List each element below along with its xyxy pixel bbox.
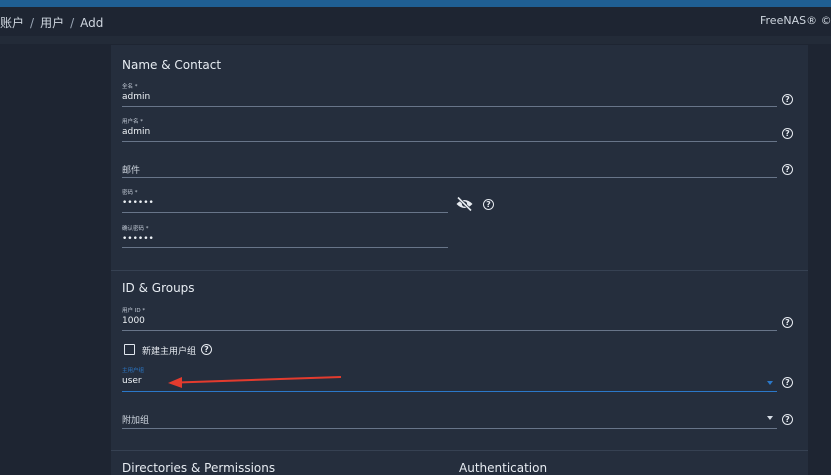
annotation-arrow [168, 376, 342, 388]
